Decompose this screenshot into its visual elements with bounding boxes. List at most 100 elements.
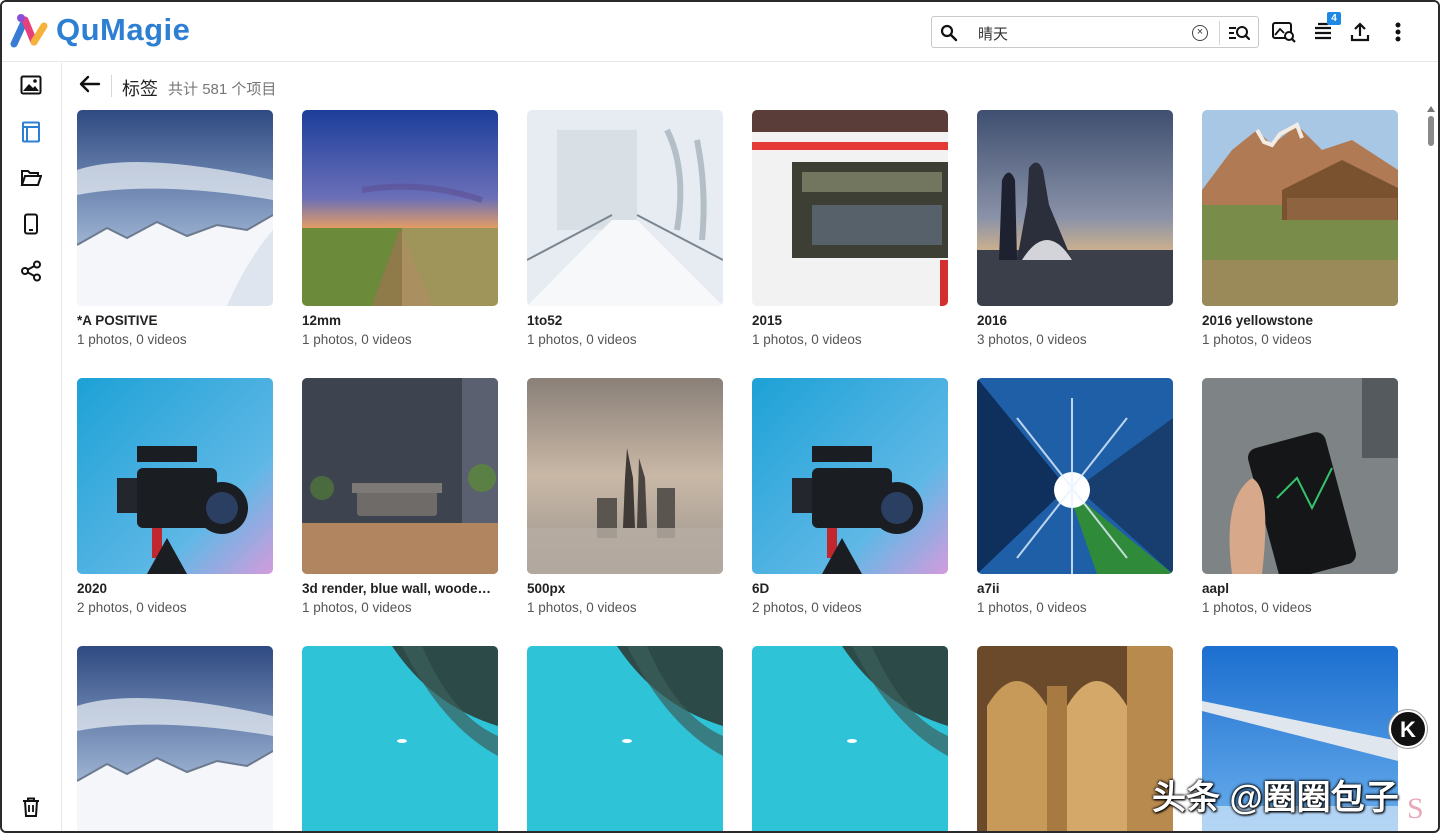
notification-badge: 4 [1327,12,1341,25]
tag-thumbnail[interactable] [302,646,498,831]
tag-tile[interactable] [77,646,273,831]
tag-counts: 2 photos, 0 videos [77,600,187,615]
advanced-search-icon[interactable] [1228,23,1250,43]
count-value: 581 [202,81,228,98]
tag-name: 12mm [302,313,342,328]
tag-thumbnail[interactable] [302,110,498,306]
scroll-up-arrow[interactable] [1427,106,1435,112]
tag-tile[interactable] [302,646,498,831]
tag-tile[interactable]: 1to52 1 photos, 0 videos [527,110,723,347]
tag-name: 2016 yellowstone [1202,313,1314,328]
scrollbar-thumb[interactable] [1428,116,1434,146]
album-icon [22,121,40,143]
sidebar-item-photos[interactable] [17,71,45,99]
tag-tile[interactable] [752,646,948,831]
tag-thumbnail[interactable] [77,110,273,306]
tag-tile[interactable]: 6D 2 photos, 0 videos [752,378,948,615]
search-divider [1219,21,1220,45]
watermark: 头条 @圈圈包子 [1152,779,1399,817]
sidebar-item-trash[interactable] [17,793,45,821]
k-floating-button[interactable]: K [1389,710,1427,748]
share-icon [21,260,41,282]
app-name: QuMagie [56,12,191,47]
tag-thumbnail[interactable] [527,110,723,306]
tag-thumbnail[interactable] [527,646,723,831]
clear-search-icon[interactable]: × [1192,25,1208,41]
search-icon [940,24,958,42]
tag-counts: 1 photos, 0 videos [302,332,412,347]
upload-button[interactable] [1346,18,1374,46]
tag-counts: 1 photos, 0 videos [977,600,1087,615]
count-suffix: 个项目 [231,81,277,98]
item-count: 共计 581 个项目 [168,78,276,99]
tag-tile[interactable]: 500px 1 photos, 0 videos [527,378,723,615]
search-input[interactable]: 晴天 [978,23,1008,44]
tag-thumbnail[interactable] [977,646,1173,831]
back-arrow-icon[interactable] [79,74,101,94]
sidebar-item-shared[interactable] [17,257,45,285]
search-box[interactable]: 晴天 × [931,16,1259,48]
tag-name: 2020 [77,581,108,596]
tag-name: 1to52 [527,313,563,328]
tag-tile[interactable]: 2016 3 photos, 0 videos [977,110,1173,347]
count-prefix: 共计 [168,81,199,98]
tag-thumbnail[interactable] [77,378,273,574]
tag-tile[interactable] [527,646,723,831]
photos-icon [20,75,42,95]
sidebar-item-devices[interactable] [17,210,45,238]
tag-tile[interactable]: 12mm 1 photos, 0 videos [302,110,498,347]
watermark-s: S [1407,792,1424,825]
image-search-icon [1272,22,1296,43]
tag-name: 500px [527,581,566,596]
tag-tile[interactable]: aapl 1 photos, 0 videos [1202,378,1398,615]
tag-tile[interactable]: 2016 yellowstone 1 photos, 0 videos [1202,110,1398,347]
tag-thumbnail[interactable] [527,378,723,574]
tag-name: 3d render, blue wall, wooden, … [302,581,498,596]
app-window: QuMagie 晴天 × 4 标签 共计 581 个项目 *A POSITIVE… [0,0,1440,833]
tag-counts: 1 photos, 0 videos [302,600,412,615]
tag-tile[interactable] [977,646,1173,831]
tag-counts: 1 photos, 0 videos [527,332,637,347]
upload-icon [1350,22,1370,42]
tag-name: aapl [1202,581,1230,596]
content-header: 标签 共计 581 个项目 [63,63,1438,109]
phone-icon [24,213,38,235]
tag-tile[interactable]: a7ii 1 photos, 0 videos [977,378,1173,615]
page-title: 标签 [122,79,158,99]
top-bar: QuMagie 晴天 × 4 [2,2,1438,62]
sidebar-item-albums[interactable] [17,118,45,146]
tag-counts: 1 photos, 0 videos [1202,332,1312,347]
tag-grid: *A POSITIVE 1 photos, 0 videos 12mm 1 ph… [77,110,1407,831]
tag-name: a7ii [977,581,1000,596]
qumagie-logo-icon [10,14,48,48]
header-divider [111,75,112,97]
tag-tile[interactable]: *A POSITIVE 1 photos, 0 videos [77,110,273,347]
sidebar-item-folders[interactable] [17,164,45,192]
tag-name: *A POSITIVE [77,313,158,328]
tag-counts: 1 photos, 0 videos [527,600,637,615]
tag-thumbnail[interactable] [1202,378,1398,574]
tag-tile[interactable]: 3d render, blue wall, wooden, … 1 photos… [302,378,498,615]
tag-thumbnail[interactable] [752,110,948,306]
tag-thumbnail[interactable] [752,378,948,574]
more-vertical-icon [1395,22,1401,42]
tag-thumbnail[interactable] [302,378,498,574]
folder-open-icon [20,170,42,186]
tag-thumbnail[interactable] [752,646,948,831]
tag-name: 2015 [752,313,783,328]
tag-tile[interactable]: 2015 1 photos, 0 videos [752,110,948,347]
tag-thumbnail[interactable] [977,110,1173,306]
tag-counts: 1 photos, 0 videos [752,332,862,347]
more-menu-button[interactable] [1384,18,1412,46]
app-logo[interactable]: QuMagie [10,12,190,48]
tag-thumbnail[interactable] [977,378,1173,574]
tag-counts: 1 photos, 0 videos [1202,600,1312,615]
tag-thumbnail[interactable] [77,646,273,831]
tag-thumbnail[interactable] [1202,110,1398,306]
sidebar [2,63,62,831]
tag-name: 6D [752,581,770,596]
image-search-button[interactable] [1270,18,1298,46]
task-queue-button[interactable]: 4 [1309,12,1341,46]
tag-tile[interactable]: 2020 2 photos, 0 videos [77,378,273,615]
tag-counts: 1 photos, 0 videos [77,332,187,347]
